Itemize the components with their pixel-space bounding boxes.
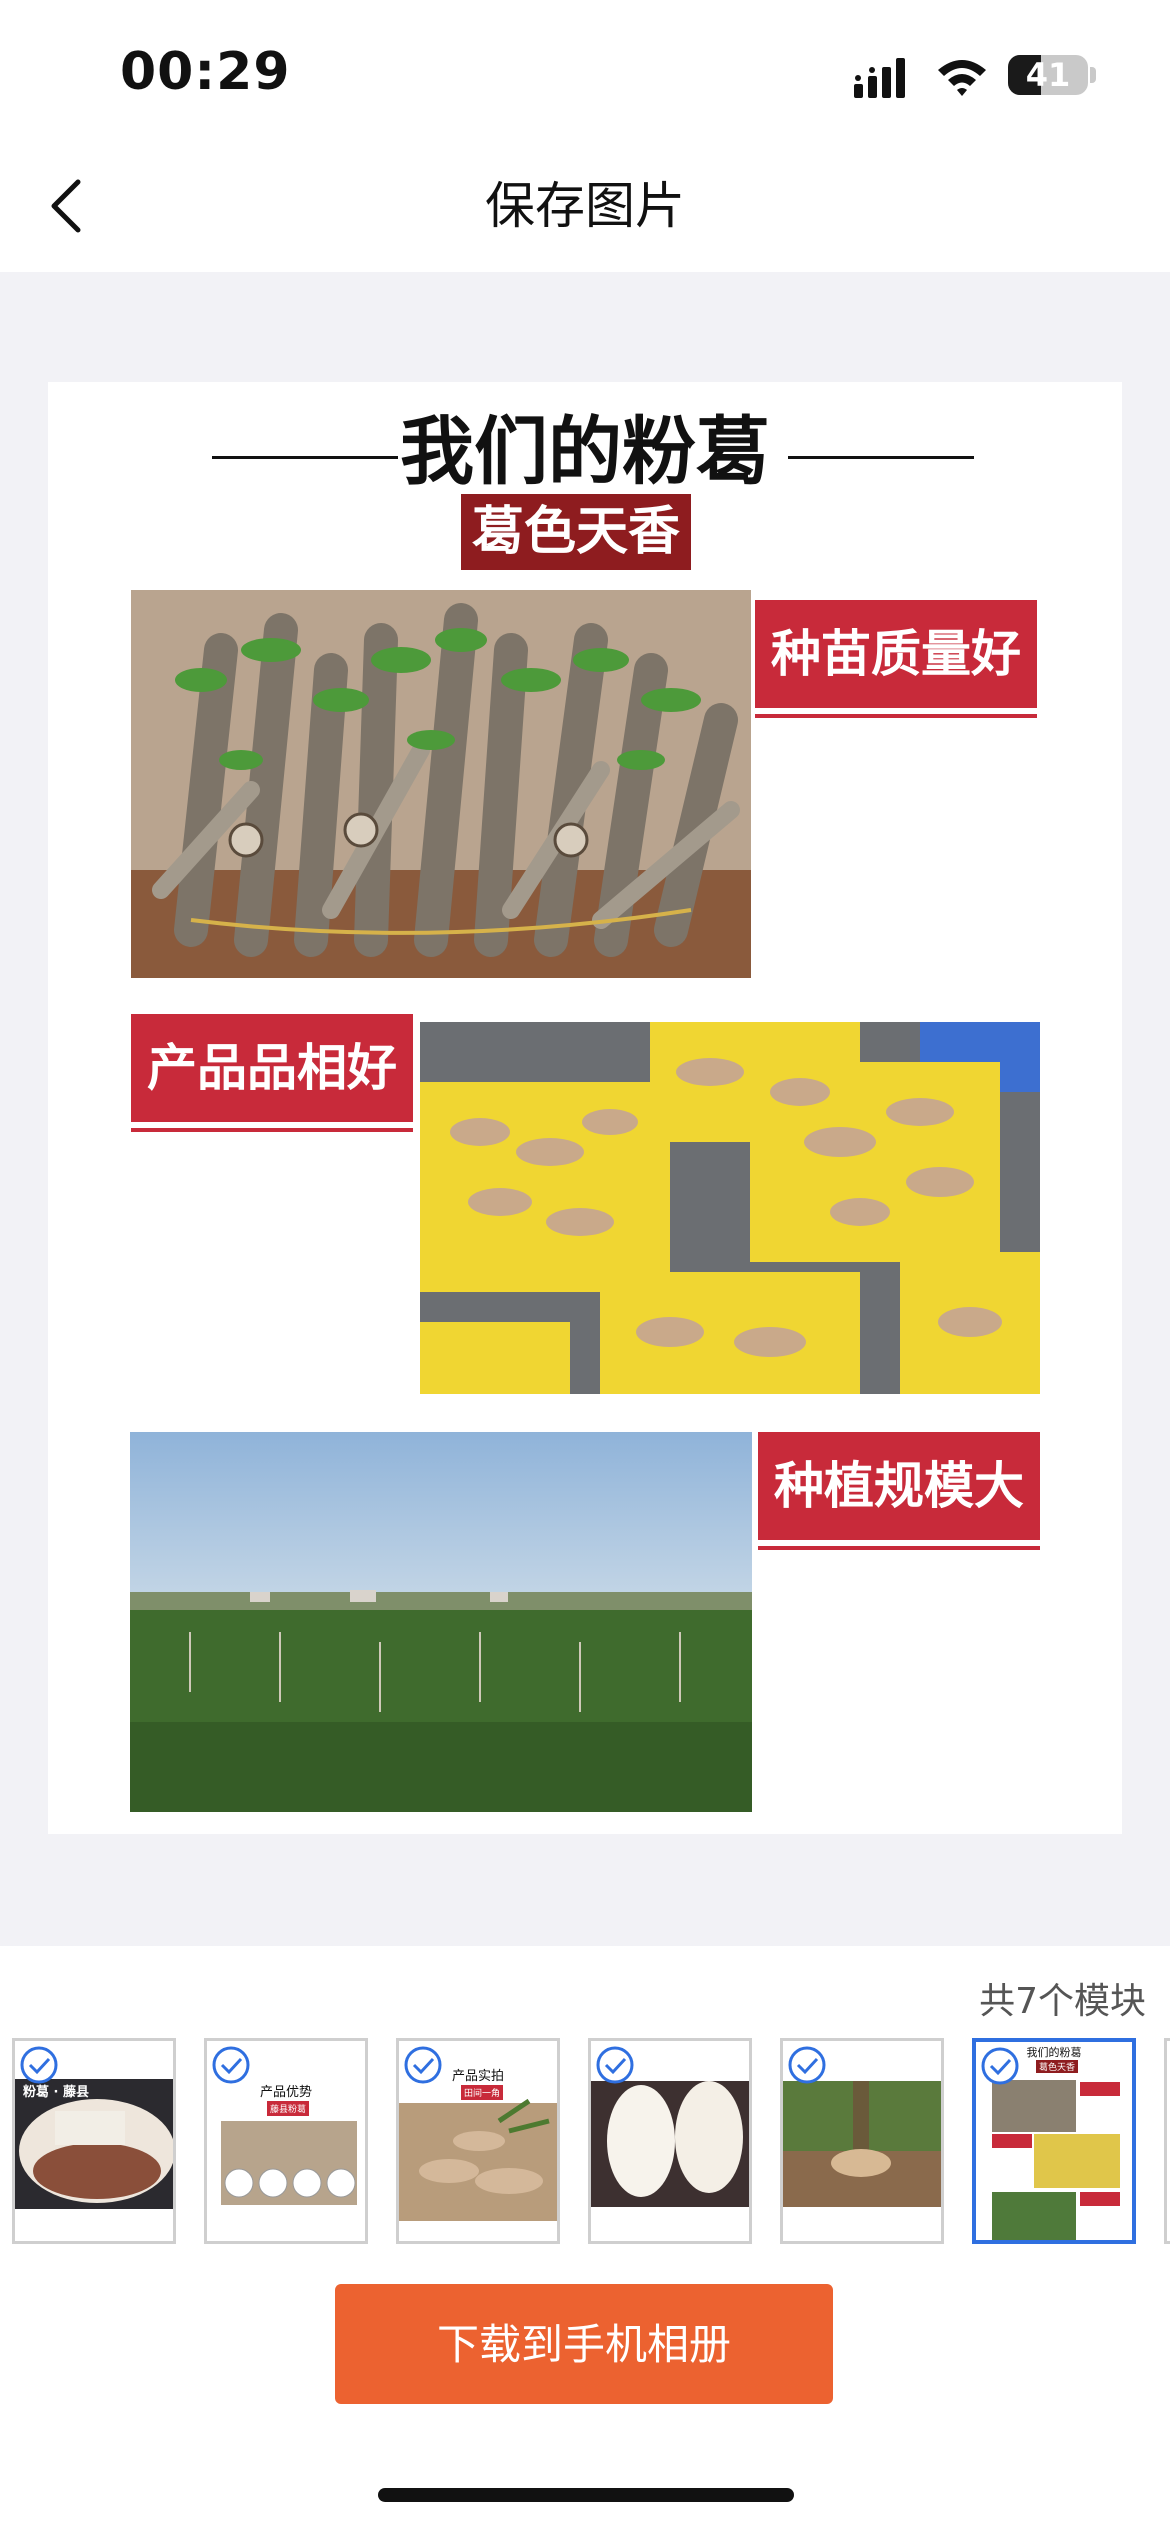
home-indicator	[378, 2488, 794, 2502]
checkmark-circle-icon[interactable]	[595, 2045, 635, 2085]
label-underline	[131, 1128, 413, 1132]
plantation-field-photo	[130, 1432, 752, 1812]
label-underline	[755, 714, 1037, 718]
harvest-crates-photo	[420, 1022, 1040, 1394]
label-underline	[758, 1546, 1040, 1550]
module-thumbnail-4[interactable]	[588, 2038, 752, 2244]
download-to-album-button[interactable]: 下载到手机相册	[335, 2284, 833, 2404]
module-thumbnail-6[interactable]: 我们的粉葛 葛色天香	[972, 2038, 1136, 2244]
module-thumbnail-1[interactable]: 粉葛 · 藤县	[12, 2038, 176, 2244]
preview-area: 我们的粉葛 葛色天香 种苗质量好 产品品相好 种植规模大	[0, 272, 1170, 1946]
wifi-icon	[938, 60, 986, 96]
nav-bar: 保存图片	[0, 140, 1170, 272]
battery-indicator: 41	[1008, 55, 1088, 95]
module-thumbnail-7[interactable]	[1164, 2038, 1170, 2244]
page-title: 保存图片	[485, 177, 685, 235]
checkmark-circle-icon[interactable]	[787, 2045, 827, 2085]
battery-level: 41	[1025, 56, 1071, 94]
checkmark-circle-icon[interactable]	[211, 2045, 251, 2085]
status-bar: 00:29 41	[0, 0, 1170, 140]
module-count: 共7个模块	[979, 1981, 1146, 2022]
battery-cap	[1090, 67, 1096, 83]
poster-title: 我们的粉葛	[400, 409, 770, 495]
poster-heading: 我们的粉葛	[48, 402, 1122, 502]
label-seedling-quality: 种苗质量好	[755, 600, 1037, 708]
checkmark-circle-icon[interactable]	[980, 2046, 1020, 2086]
chevron-left-icon	[51, 179, 81, 233]
module-thumbnail-2[interactable]: 产品优势 藤县粉葛	[204, 2038, 368, 2244]
seedlings-photo	[131, 590, 751, 978]
cellular-signal-icon	[854, 58, 905, 98]
checkmark-circle-icon[interactable]	[403, 2045, 443, 2085]
checkmark-circle-icon[interactable]	[19, 2045, 59, 2085]
label-planting-scale: 种植规模大	[758, 1432, 1040, 1540]
brand-tag: 葛色天香	[461, 494, 691, 570]
module-thumbnail-3[interactable]: 产品实拍 田间一角	[396, 2038, 560, 2244]
status-time: 00:29	[120, 42, 291, 102]
module-thumbnail-5[interactable]	[780, 2038, 944, 2244]
label-product-appearance: 产品品相好	[131, 1014, 413, 1122]
poster-preview: 我们的粉葛 葛色天香 种苗质量好 产品品相好 种植规模大	[48, 382, 1122, 1834]
module-thumbnail-strip[interactable]: 粉葛 · 藤县 产品优势 藤县粉葛 产品实拍 田间一角 我们的粉葛 葛色天香	[0, 2036, 1170, 2250]
back-button[interactable]	[30, 166, 110, 246]
